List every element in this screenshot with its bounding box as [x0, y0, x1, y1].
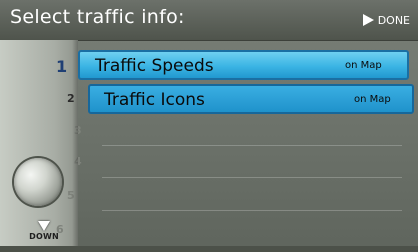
item-label: Traffic Speeds: [95, 56, 214, 76]
item-status: on Map: [354, 94, 391, 105]
done-button[interactable]: DONE: [362, 10, 410, 30]
down-button[interactable]: DOWN: [22, 221, 66, 241]
empty-row-divider: [102, 177, 402, 178]
list-item-traffic-speeds[interactable]: Traffic Speeds on Map: [78, 50, 409, 80]
traffic-options-list: Traffic Speeds on Map Traffic Icons on M…: [78, 40, 418, 252]
page-title: Select traffic info:: [10, 6, 185, 28]
row-selector-panel: 1 2 3 4 5 6 DOWN: [0, 40, 82, 252]
row-number-5: 5: [67, 189, 75, 202]
selector-knob[interactable]: [14, 158, 62, 206]
done-label: DONE: [377, 13, 410, 27]
row-number-2: 2: [67, 92, 75, 105]
navigation-screen: Select traffic info: DONE 1 2 3 4 5 6 DO…: [0, 0, 418, 252]
play-arrow-icon: [362, 14, 374, 26]
header-bar: Select traffic info: DONE: [0, 0, 418, 41]
down-label: DOWN: [29, 232, 59, 241]
down-arrow-icon: [38, 221, 50, 231]
bottom-strip: [0, 246, 418, 252]
item-status: on Map: [345, 60, 382, 71]
row-number-1: 1: [56, 57, 68, 76]
item-label: Traffic Icons: [104, 90, 205, 110]
empty-row-divider: [102, 145, 402, 146]
empty-row-divider: [102, 210, 402, 211]
list-item-traffic-icons[interactable]: Traffic Icons on Map: [88, 84, 414, 114]
